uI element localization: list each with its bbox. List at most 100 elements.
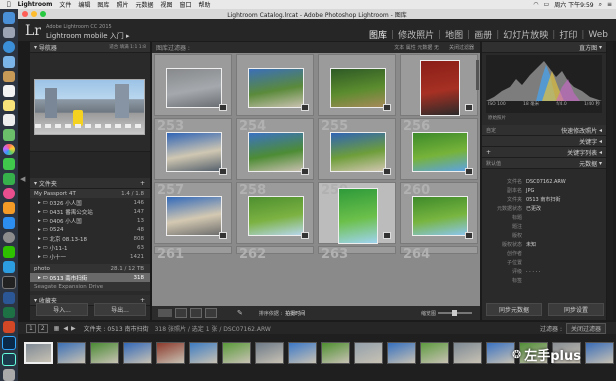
import-button[interactable]: 导入...	[36, 303, 88, 316]
photo-thumbnail[interactable]	[166, 132, 222, 172]
edited-badge-icon[interactable]	[301, 104, 309, 111]
photo-thumbnail[interactable]	[248, 68, 304, 108]
photo-thumbnail[interactable]	[166, 68, 222, 108]
painter-icon[interactable]: ✎	[237, 309, 243, 317]
menu-help[interactable]: 帮助	[199, 0, 211, 9]
module-print[interactable]: 打印	[559, 28, 577, 41]
folders-header[interactable]: ▾ 文件夹 +	[30, 178, 150, 189]
filmstrip-thumbnail[interactable]	[387, 342, 416, 364]
wifi-icon[interactable]: ◠	[533, 1, 538, 8]
thumbnail-size-slider[interactable]	[438, 310, 472, 316]
filmstrip-thumbnail[interactable]	[123, 342, 152, 364]
settings-icon[interactable]	[3, 231, 15, 244]
keywording-header[interactable]: 关键字 ◂	[482, 136, 606, 147]
grid-cell[interactable]: 263	[318, 246, 396, 262]
photo-thumbnail[interactable]	[412, 132, 468, 172]
right-panel-scrollbar[interactable]	[607, 42, 613, 320]
folder-item[interactable]: ▸ ▭ 小十一 1421	[30, 252, 150, 261]
finder-icon[interactable]	[3, 12, 15, 24]
survey-view-icon[interactable]	[205, 308, 217, 318]
drive-passport[interactable]: My Passport 4T 1.4 / 1.8	[30, 189, 150, 198]
module-book[interactable]: 画册	[474, 28, 492, 41]
metadata-row[interactable]: 版权状态 未知	[482, 240, 606, 249]
appstore-icon[interactable]	[3, 216, 15, 229]
edited-badge-icon[interactable]	[219, 168, 227, 175]
forward-icon[interactable]: ▶	[71, 325, 76, 332]
filmstrip-thumbnail[interactable]	[255, 342, 284, 364]
grid-cell[interactable]: 254	[236, 118, 314, 180]
folder-item[interactable]: ▸ ▭ 0406 小人国 13	[30, 216, 150, 225]
quick-develop-header[interactable]: 自定 快速修改照片 ◂	[482, 125, 606, 136]
edited-badge-icon[interactable]	[301, 168, 309, 175]
ibooks-icon[interactable]	[3, 202, 15, 214]
filmstrip-filter-select[interactable]: 关闭过滤器	[565, 322, 606, 334]
qq-icon[interactable]	[3, 260, 15, 273]
photoshop-icon[interactable]	[2, 336, 16, 350]
apple-icon[interactable]: 	[7, 1, 11, 8]
grid-cell[interactable]	[318, 54, 396, 116]
itunes-icon[interactable]	[3, 187, 15, 200]
folder-item[interactable]: ▸ ▭ 0524 48	[30, 225, 150, 234]
compare-view-icon[interactable]	[190, 308, 202, 318]
photo-thumbnail[interactable]	[330, 68, 386, 108]
navigator-header[interactable]: ▾ 导航器 适合 填满 1:1 1:8	[30, 42, 150, 53]
reminders-icon[interactable]	[3, 114, 15, 127]
word-icon[interactable]	[3, 292, 15, 304]
filmstrip-thumbnail[interactable]	[90, 342, 119, 364]
filmstrip-thumbnail[interactable]	[420, 342, 449, 364]
grid-cell[interactable]	[154, 54, 232, 116]
sort-value[interactable]: 拍摄时间	[285, 310, 305, 317]
drive-photo[interactable]: photo 28.1 / 12 TB	[30, 264, 150, 273]
photo-thumbnail[interactable]	[338, 188, 378, 244]
metadata-value[interactable]: · · · · ·	[526, 269, 540, 275]
menu-list-icon[interactable]: ≡	[607, 1, 612, 8]
grid-cell[interactable]: 258	[236, 182, 314, 244]
module-library[interactable]: 图库	[369, 28, 387, 41]
loupe-view-icon[interactable]	[175, 308, 187, 318]
lightroom-icon[interactable]	[2, 352, 16, 367]
grid-cell[interactable]: 253	[154, 118, 232, 180]
filmstrip-thumbnail[interactable]	[321, 342, 350, 364]
facetime-icon[interactable]	[3, 173, 15, 185]
drive-seagate[interactable]: Seagate Expansion Drive	[30, 282, 150, 291]
metadata-row[interactable]: 标题	[482, 213, 606, 222]
saved-preset[interactable]: 自定	[486, 127, 496, 134]
folder-item[interactable]: ▸ ▭ 小11-1 63	[30, 243, 150, 252]
grid-cell[interactable]: 259	[318, 182, 396, 244]
trash-icon[interactable]	[3, 369, 15, 381]
metadata-row[interactable]: 创作者	[482, 249, 606, 258]
navigator-zoom-options[interactable]: 适合 填满 1:1 1:8	[109, 44, 146, 50]
menu-view[interactable]: 视图	[160, 0, 172, 9]
menu-metadata[interactable]: 元数据	[135, 0, 153, 9]
edited-badge-icon[interactable]	[219, 232, 227, 239]
edited-badge-icon[interactable]	[465, 232, 473, 239]
filmstrip-thumbnail[interactable]	[156, 342, 185, 364]
filmstrip-thumbnail[interactable]	[486, 342, 515, 364]
photo-thumbnail[interactable]	[166, 196, 222, 236]
histogram-header[interactable]: 直方图 ▾	[482, 42, 606, 53]
calendar-icon[interactable]	[3, 85, 15, 97]
menu-photo[interactable]: 照片	[116, 0, 128, 9]
metadata-row[interactable]: 文件夹 0513 南市扫街	[482, 195, 606, 204]
menu-window[interactable]: 窗口	[179, 0, 191, 9]
module-develop[interactable]: 修改照片	[398, 28, 434, 41]
edited-badge-icon[interactable]	[383, 168, 391, 175]
metadata-row[interactable]: 副本名 JPG	[482, 186, 606, 195]
grid-cell[interactable]	[400, 54, 478, 116]
filmstrip-thumbnail[interactable]	[585, 342, 614, 364]
navigator-preview[interactable]	[30, 53, 150, 151]
left-panel-toggle-icon[interactable]: ◀	[20, 175, 25, 183]
search-icon[interactable]: ⌕	[599, 1, 602, 9]
metadata-row[interactable]: 题注	[482, 222, 606, 231]
metadata-value[interactable]: DSC07162.ARW	[526, 179, 566, 185]
clock[interactable]: 周六 下午9:59	[554, 0, 593, 9]
folder-item-selected[interactable]: ▸ ▭ 0513 南市扫街 318	[30, 273, 150, 282]
filter-options[interactable]: 文本 属性 元数据 无	[394, 44, 439, 51]
sync-settings-button[interactable]: 同步设置	[548, 303, 604, 316]
grid-scrollbar[interactable]	[476, 60, 479, 90]
edited-badge-icon[interactable]	[219, 104, 227, 111]
metadata-header[interactable]: 默认值 元数据 ▾	[482, 158, 606, 169]
metadata-value[interactable]: 未知	[526, 241, 536, 248]
metadata-value[interactable]: JPG	[526, 188, 534, 194]
powerpoint-icon[interactable]	[3, 321, 15, 334]
